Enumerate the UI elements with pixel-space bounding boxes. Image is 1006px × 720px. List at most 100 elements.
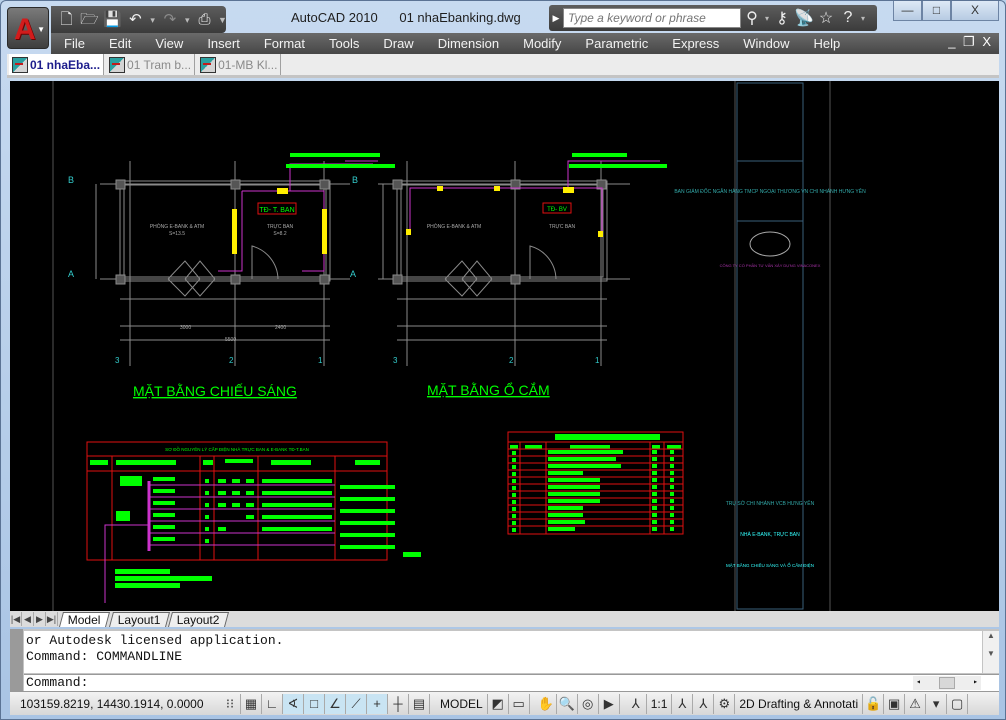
maximize-button[interactable]: □	[922, 1, 951, 21]
minimize-button[interactable]: —	[893, 1, 922, 21]
communication-center-icon[interactable]: 📡	[793, 8, 815, 28]
wall-inner	[123, 184, 327, 278]
lineweight-toggle[interactable]: ┼	[388, 693, 409, 714]
menu-modify[interactable]: Modify	[523, 36, 561, 51]
cell	[652, 471, 657, 475]
project-name: TRỤ SỞ CHI NHÁNH VCB HƯNG YÊN	[726, 499, 815, 507]
command-scrollbar[interactable]: ▲ ▼	[983, 631, 999, 673]
file-tab[interactable]: 01 nhaEba...	[9, 54, 105, 75]
cell	[652, 499, 657, 503]
tab-layout2[interactable]: Layout2	[168, 611, 230, 627]
ortho-mode-toggle[interactable]: ∟	[262, 693, 283, 714]
search-input[interactable]	[563, 8, 741, 28]
search-dropdown-icon[interactable]: ▾	[763, 14, 771, 23]
workspace-switch[interactable]: 2D Drafting & Annotati	[735, 693, 864, 714]
menu-express[interactable]: Express	[672, 36, 719, 51]
tab-label: Layout2	[177, 612, 220, 627]
undo-dropdown-icon[interactable]: ▾	[149, 10, 157, 30]
clean-screen-icon[interactable]: ▢	[947, 693, 969, 714]
expand-search-icon[interactable]: ▶	[549, 13, 563, 24]
annotation-scale-icon[interactable]: ⅄	[626, 693, 647, 714]
toolbar-lock-icon[interactable]: 🔓	[863, 693, 885, 714]
showmotion-icon[interactable]: ▶	[599, 693, 620, 714]
auto-scale-icon[interactable]: ⅄	[693, 693, 715, 714]
notification-warning-icon[interactable]: ⚠	[905, 693, 927, 714]
search-binoculars-icon[interactable]: ⚲	[741, 8, 763, 28]
horizontal-scrollbar[interactable]: ◂ ▸	[913, 676, 981, 690]
status-menu-icon[interactable]: ▾	[926, 693, 948, 714]
client-name: BAN GIÁM ĐỐC NGÂN HÀNG TMCP NGOẠI THƯƠNG…	[674, 187, 866, 195]
close-button[interactable]: X	[951, 1, 999, 21]
first-layout-icon[interactable]: |◀	[10, 612, 22, 626]
document-window-controls[interactable]: _ ❐ X	[948, 34, 993, 50]
menu-parametric[interactable]: Parametric	[585, 36, 648, 51]
file-tab-label: 01 nhaEba...	[30, 57, 101, 72]
quick-view-drawings-icon[interactable]: ▭	[509, 693, 530, 714]
menu-edit[interactable]: Edit	[109, 36, 131, 51]
cell	[218, 503, 226, 507]
tab-layout1[interactable]: Layout1	[108, 611, 170, 627]
dynamic-input-toggle[interactable]: +	[367, 693, 388, 714]
tab-model[interactable]: Model	[58, 611, 110, 627]
cell	[232, 491, 240, 495]
command-input[interactable]: Command: ◂ ▸	[24, 674, 999, 691]
menu-format[interactable]: Format	[264, 36, 305, 51]
steeringwheel-icon[interactable]: ◎	[578, 693, 599, 714]
cell	[232, 503, 240, 507]
plot-icon[interactable]: ⎙	[195, 10, 214, 30]
cell	[218, 479, 226, 483]
redo-icon[interactable]: ↷	[160, 10, 179, 30]
menu-file[interactable]: File	[64, 36, 85, 51]
quick-properties-toggle[interactable]: ▤	[409, 693, 430, 714]
next-layout-icon[interactable]: ▶	[34, 612, 46, 626]
dynamic-ucs-toggle[interactable]: ⟋	[346, 693, 367, 714]
pan-icon[interactable]: ✋	[536, 693, 557, 714]
menu-view[interactable]: View	[155, 36, 183, 51]
command-window-grip[interactable]	[10, 629, 23, 691]
header-cell	[570, 445, 610, 449]
menu-dimension[interactable]: Dimension	[438, 36, 499, 51]
customize-dropdown-icon[interactable]: ▼	[218, 10, 227, 30]
menu-draw[interactable]: Draw	[383, 36, 413, 51]
menu-insert[interactable]: Insert	[207, 36, 240, 51]
file-tab[interactable]: 01-MB Kl...	[197, 54, 282, 75]
file-tab[interactable]: 01 Tram b...	[106, 54, 196, 75]
file-tab-label: 01 Tram b...	[127, 57, 192, 72]
new-icon[interactable]: 🗋	[57, 10, 76, 30]
help-icon[interactable]: ?	[837, 9, 859, 27]
grid-display-toggle[interactable]: ▦	[241, 693, 262, 714]
open-icon[interactable]: 🗁	[80, 10, 99, 30]
item-name: NHÀ E-BANK, TRỰC BAN	[740, 531, 800, 538]
model-space-button[interactable]: MODEL	[436, 693, 488, 714]
menu-window[interactable]: Window	[743, 36, 789, 51]
undo-icon[interactable]: ↶	[126, 10, 145, 30]
snap-mode-toggle[interactable]: ⁝⁝	[220, 693, 241, 714]
workspace-gear-icon[interactable]: ⚙	[714, 693, 736, 714]
header-cell	[203, 460, 213, 465]
zoom-icon[interactable]: 🔍	[557, 693, 578, 714]
history-line: Command: COMMANDLINE	[26, 649, 183, 664]
menu-help[interactable]: Help	[814, 36, 841, 51]
grid-label: 1	[318, 356, 323, 365]
drawing-canvas[interactable]: TĐ- T. BAN PHÒNG E-BANK & ATM S=13.5 TRỰ…	[10, 81, 999, 611]
column	[319, 179, 330, 190]
annotation-visibility-icon[interactable]: ⅄	[672, 693, 694, 714]
object-snap-toggle[interactable]: □	[304, 693, 325, 714]
quick-view-layouts-icon[interactable]: ◩	[488, 693, 509, 714]
cell	[670, 513, 674, 517]
document-name: 01 nhaEbanking.dwg	[399, 10, 521, 25]
save-icon[interactable]: 💾	[103, 10, 122, 30]
help-dropdown-icon[interactable]: ▾	[859, 14, 867, 23]
redo-dropdown-icon[interactable]: ▾	[183, 10, 191, 30]
favorites-star-icon[interactable]: ☆	[815, 8, 837, 28]
last-layout-icon[interactable]: ▶|	[46, 612, 58, 626]
cell	[120, 476, 142, 486]
hardware-acceleration-icon[interactable]: ▣	[884, 693, 906, 714]
annotation-scale-select[interactable]: 1:1	[647, 693, 673, 714]
prev-layout-icon[interactable]: ◀	[22, 612, 34, 626]
application-menu-button[interactable]: A ▼	[7, 7, 49, 49]
object-snap-tracking-toggle[interactable]: ∠	[325, 693, 346, 714]
polar-tracking-toggle[interactable]: ∢	[283, 693, 304, 714]
menu-tools[interactable]: Tools	[329, 36, 359, 51]
subscription-center-key-icon[interactable]: ⚷	[771, 8, 793, 28]
